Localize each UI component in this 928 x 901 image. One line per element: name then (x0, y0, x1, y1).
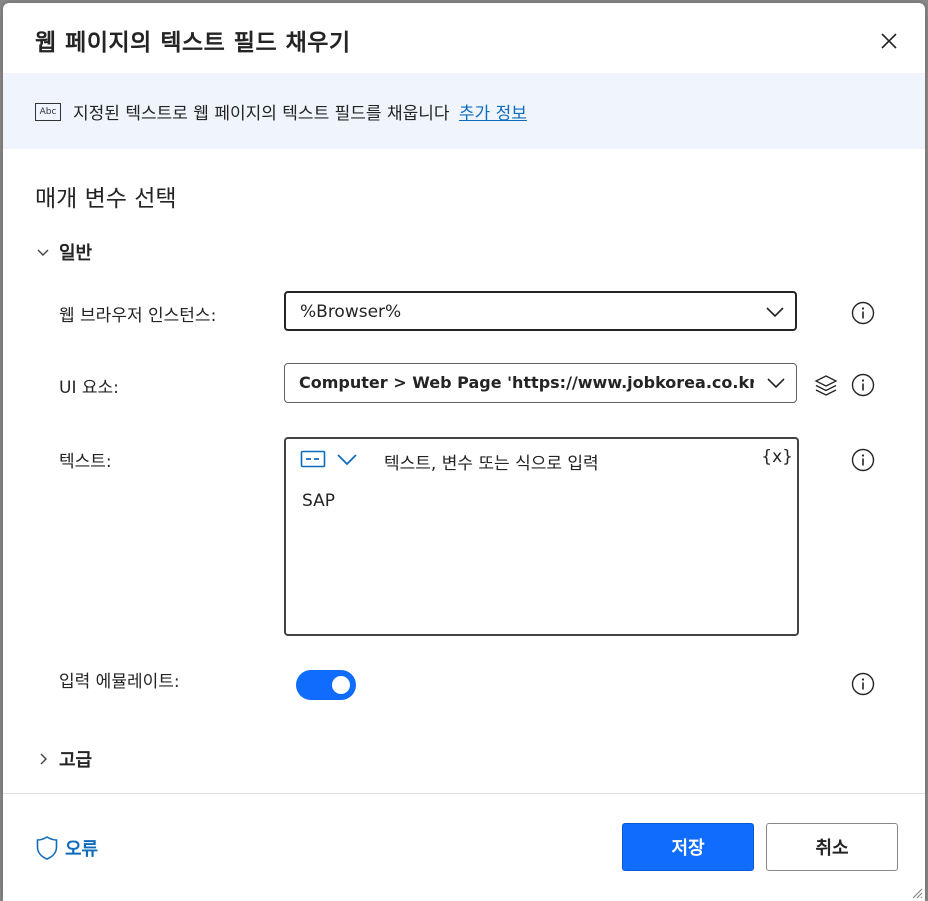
ui-element-dropdown[interactable]: Computer > Web Page 'https://www.jobkore… (284, 363, 797, 403)
info-icon[interactable] (851, 373, 875, 397)
input-type-selector[interactable] (300, 449, 358, 469)
advanced-group-toggle[interactable]: 고급 (35, 746, 92, 772)
text-input-area[interactable]: 텍스트, 변수 또는 식으로 입력 {x} SAP (284, 437, 799, 636)
info-icon[interactable] (851, 672, 875, 696)
text-value: SAP (302, 491, 335, 511)
dialog-title: 웹 페이지의 텍스트 필드 채우기 (35, 30, 351, 56)
text-placeholder: 텍스트, 변수 또는 식으로 입력 (384, 454, 599, 474)
advanced-group-label: 고급 (59, 750, 93, 771)
text-type-icon (300, 450, 326, 468)
info-icon[interactable] (851, 448, 875, 472)
chevron-down-icon (766, 307, 784, 318)
info-icon[interactable] (851, 301, 875, 325)
chevron-down-icon (767, 378, 785, 389)
general-group-toggle[interactable]: 일반 (35, 239, 92, 265)
errors-label: 오류 (65, 839, 99, 860)
abc-text-icon: Abc (35, 103, 61, 121)
emulate-input-toggle[interactable] (296, 670, 356, 700)
chevron-right-icon (40, 753, 47, 765)
emulate-input-label: 입력 에뮬레이트: (59, 672, 180, 692)
browser-instance-label: 웹 브라우저 인스턴스: (59, 306, 217, 326)
insert-variable-button[interactable]: {x} (761, 447, 793, 467)
close-icon (881, 33, 897, 49)
browser-instance-dropdown[interactable]: %Browser% (284, 291, 797, 331)
general-group-label: 일반 (59, 243, 93, 264)
banner-description: 지정된 텍스트로 웹 페이지의 텍스트 필드를 채웁니다 추가 정보 (73, 99, 527, 124)
text-label: 텍스트: (59, 452, 112, 472)
toggle-knob (332, 676, 350, 694)
chevron-down-icon (337, 454, 357, 466)
browser-instance-value: %Browser% (300, 302, 402, 322)
save-button[interactable]: 저장 (622, 823, 754, 871)
chevron-down-icon (37, 249, 49, 256)
info-banner: Abc 지정된 텍스트로 웹 페이지의 텍스트 필드를 채웁니다 추가 정보 (3, 73, 925, 149)
footer-divider (3, 793, 925, 794)
section-title: 매개 변수 선택 (35, 186, 177, 212)
more-info-link[interactable]: 추가 정보 (459, 104, 527, 124)
close-button[interactable] (871, 23, 907, 59)
ui-element-label: UI 요소: (59, 378, 119, 398)
banner-text: 지정된 텍스트로 웹 페이지의 텍스트 필드를 채웁니다 (73, 104, 450, 124)
shield-icon (36, 836, 58, 860)
ui-element-value: Computer > Web Page 'https://www.jobkore… (299, 373, 754, 392)
cancel-button[interactable]: 취소 (766, 823, 898, 871)
resize-grip-icon[interactable] (909, 885, 923, 899)
fill-text-field-dialog: 웹 페이지의 텍스트 필드 채우기 Abc 지정된 텍스트로 웹 페이지의 텍스… (3, 3, 925, 901)
layers-icon[interactable] (813, 373, 839, 399)
errors-button[interactable]: 오류 (35, 835, 98, 861)
